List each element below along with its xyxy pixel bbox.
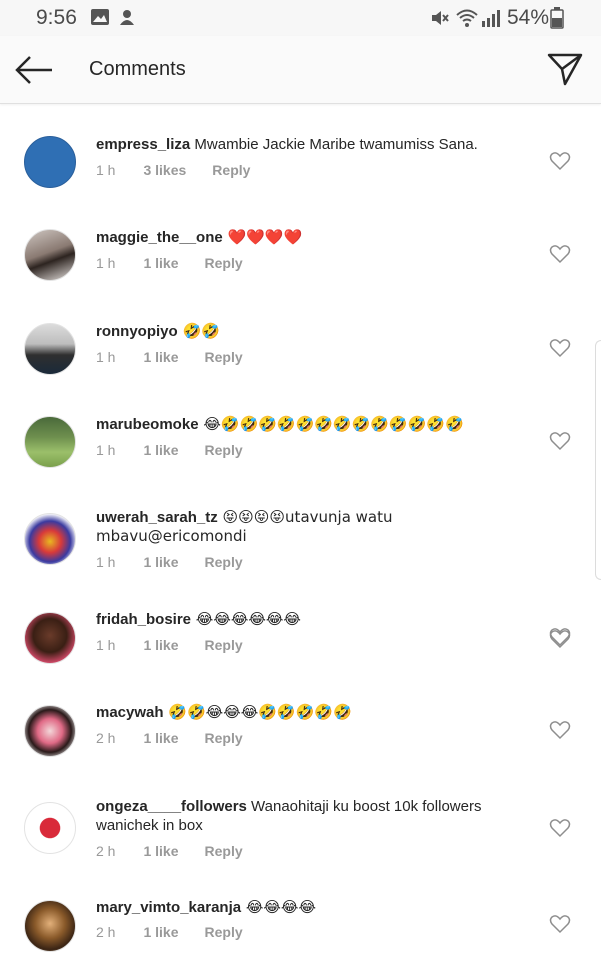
reply-button[interactable]: Reply [205,637,243,653]
reply-button[interactable]: Reply [212,162,250,178]
comment-content: 🤣🤣😂😂😂🤣🤣🤣🤣🤣 [163,703,352,721]
heart-icon[interactable] [549,914,571,934]
comment-meta: 2 h 1 like Reply [96,924,269,940]
reply-button[interactable]: Reply [205,255,243,271]
comment-meta: 1 h 1 like Reply [96,637,269,653]
comment-likes[interactable]: 1 like [143,442,178,458]
scrollbar[interactable] [595,340,601,580]
comment-time: 1 h [96,162,116,178]
comment-time: 1 h [96,255,116,271]
comment-meta: 1 h 1 like Reply [96,442,269,458]
comment-content: Mwambie Jackie Maribe twamumiss Sana. [190,136,478,153]
paper-plane-icon [547,53,583,86]
comment-time: 1 h [96,442,116,458]
arrow-left-icon [15,56,52,84]
comment-meta: 1 h 1 like Reply [96,255,269,271]
avatar[interactable] [24,612,76,664]
heart-icon[interactable] [549,818,571,838]
comment-time: 1 h [96,554,116,570]
comment-text: ronnyopiyo 🤣🤣 [96,322,516,341]
comment-username[interactable]: fridah_bosire [96,611,191,628]
comment-time: 2 h [96,843,116,859]
comment-username[interactable]: mary_vimto_karanja [96,899,241,916]
heart-icon[interactable] [549,627,571,647]
wifi-icon [456,9,478,27]
comment-meta: 2 h 1 like Reply [96,843,269,859]
comment-username[interactable]: ronnyopiyo [96,323,178,340]
reply-button[interactable]: Reply [205,843,243,859]
battery-icon [550,7,564,29]
comment-text: ongeza____followers Wanaohitaji ku boost… [96,797,516,835]
send-button[interactable] [547,51,583,87]
avatar[interactable] [24,802,76,854]
comment-text: fridah_bosire 😂😂😂😂😂😂 [96,610,516,629]
comment-meta: 1 h 1 like Reply [96,349,269,365]
comment-time: 2 h [96,924,116,940]
comment-username[interactable]: empress_liza [96,136,190,153]
reply-button[interactable]: Reply [205,730,243,746]
comment-time: 1 h [96,637,116,653]
heart-icon[interactable] [549,151,571,171]
comment-username[interactable]: ongeza____followers [96,798,247,815]
avatar[interactable] [24,323,76,375]
mute-icon [432,11,449,25]
comment-username[interactable]: uwerah_sarah_tz [96,509,218,526]
comment-likes[interactable]: 1 like [143,554,178,570]
reply-button[interactable]: Reply [205,349,243,365]
comment-meta: 2 h 1 like Reply [96,730,269,746]
reply-button[interactable]: Reply [205,554,243,570]
avatar[interactable] [24,229,76,281]
avatar[interactable] [24,513,76,565]
comment-likes[interactable]: 1 like [143,730,178,746]
comment-content: 😂😂😂😂 [241,898,316,916]
comment-time: 2 h [96,730,116,746]
heart-icon[interactable] [549,431,571,451]
signal-icon [482,10,500,27]
comment-text: mary_vimto_karanja 😂😂😂😂 [96,898,516,917]
comment-meta: 1 h 3 likes Reply [96,162,276,178]
comment-content: ❤️❤️❤️❤️ [222,228,303,246]
status-bar: 9:56 54% [0,0,601,36]
notification-icon [120,10,134,25]
comment-text: empress_liza Mwambie Jackie Maribe twamu… [96,135,516,154]
avatar[interactable] [24,136,76,188]
comment-text: maggie_the__one ❤️❤️❤️❤️ [96,228,516,247]
comment-content: 😂😂😂😂😂😂 [191,610,301,628]
avatar[interactable] [24,900,76,952]
page-title: Comments [89,58,186,80]
comment-username[interactable]: maggie_the__one [96,229,223,246]
heart-icon[interactable] [549,338,571,358]
comments-header: Comments [0,36,601,104]
comment-content: 🤣🤣 [177,322,220,340]
heart-icon[interactable] [549,720,571,740]
reply-button[interactable]: Reply [205,924,243,940]
comment-text: uwerah_sarah_tz 😝😝😝😝utavunja watu mbavu@… [96,508,516,546]
heart-icon[interactable] [549,244,571,264]
comment-content: 😂🤣🤣🤣🤣🤣🤣🤣🤣🤣🤣🤣🤣🤣 [198,415,464,433]
image-icon [91,9,109,25]
back-button[interactable] [14,52,54,88]
comment-likes[interactable]: 1 like [143,349,178,365]
reply-button[interactable]: Reply [205,442,243,458]
status-time: 9:56 [36,6,77,29]
comment-time: 1 h [96,349,116,365]
comment-username[interactable]: macywah [96,704,164,721]
battery-percent: 54% [506,6,549,29]
comment-likes[interactable]: 3 likes [143,162,186,178]
comment-likes[interactable]: 1 like [143,637,178,653]
avatar[interactable] [24,416,76,468]
avatar[interactable] [24,705,76,757]
comment-text: macywah 🤣🤣😂😂😂🤣🤣🤣🤣🤣 [96,703,516,722]
comment-likes[interactable]: 1 like [143,255,178,271]
comment-likes[interactable]: 1 like [143,843,178,859]
comment-meta: 1 h 1 like Reply [96,554,269,570]
comment-username[interactable]: marubeomoke [96,416,199,433]
comment-text: marubeomoke 😂🤣🤣🤣🤣🤣🤣🤣🤣🤣🤣🤣🤣🤣 [96,415,516,434]
comment-likes[interactable]: 1 like [143,924,178,940]
